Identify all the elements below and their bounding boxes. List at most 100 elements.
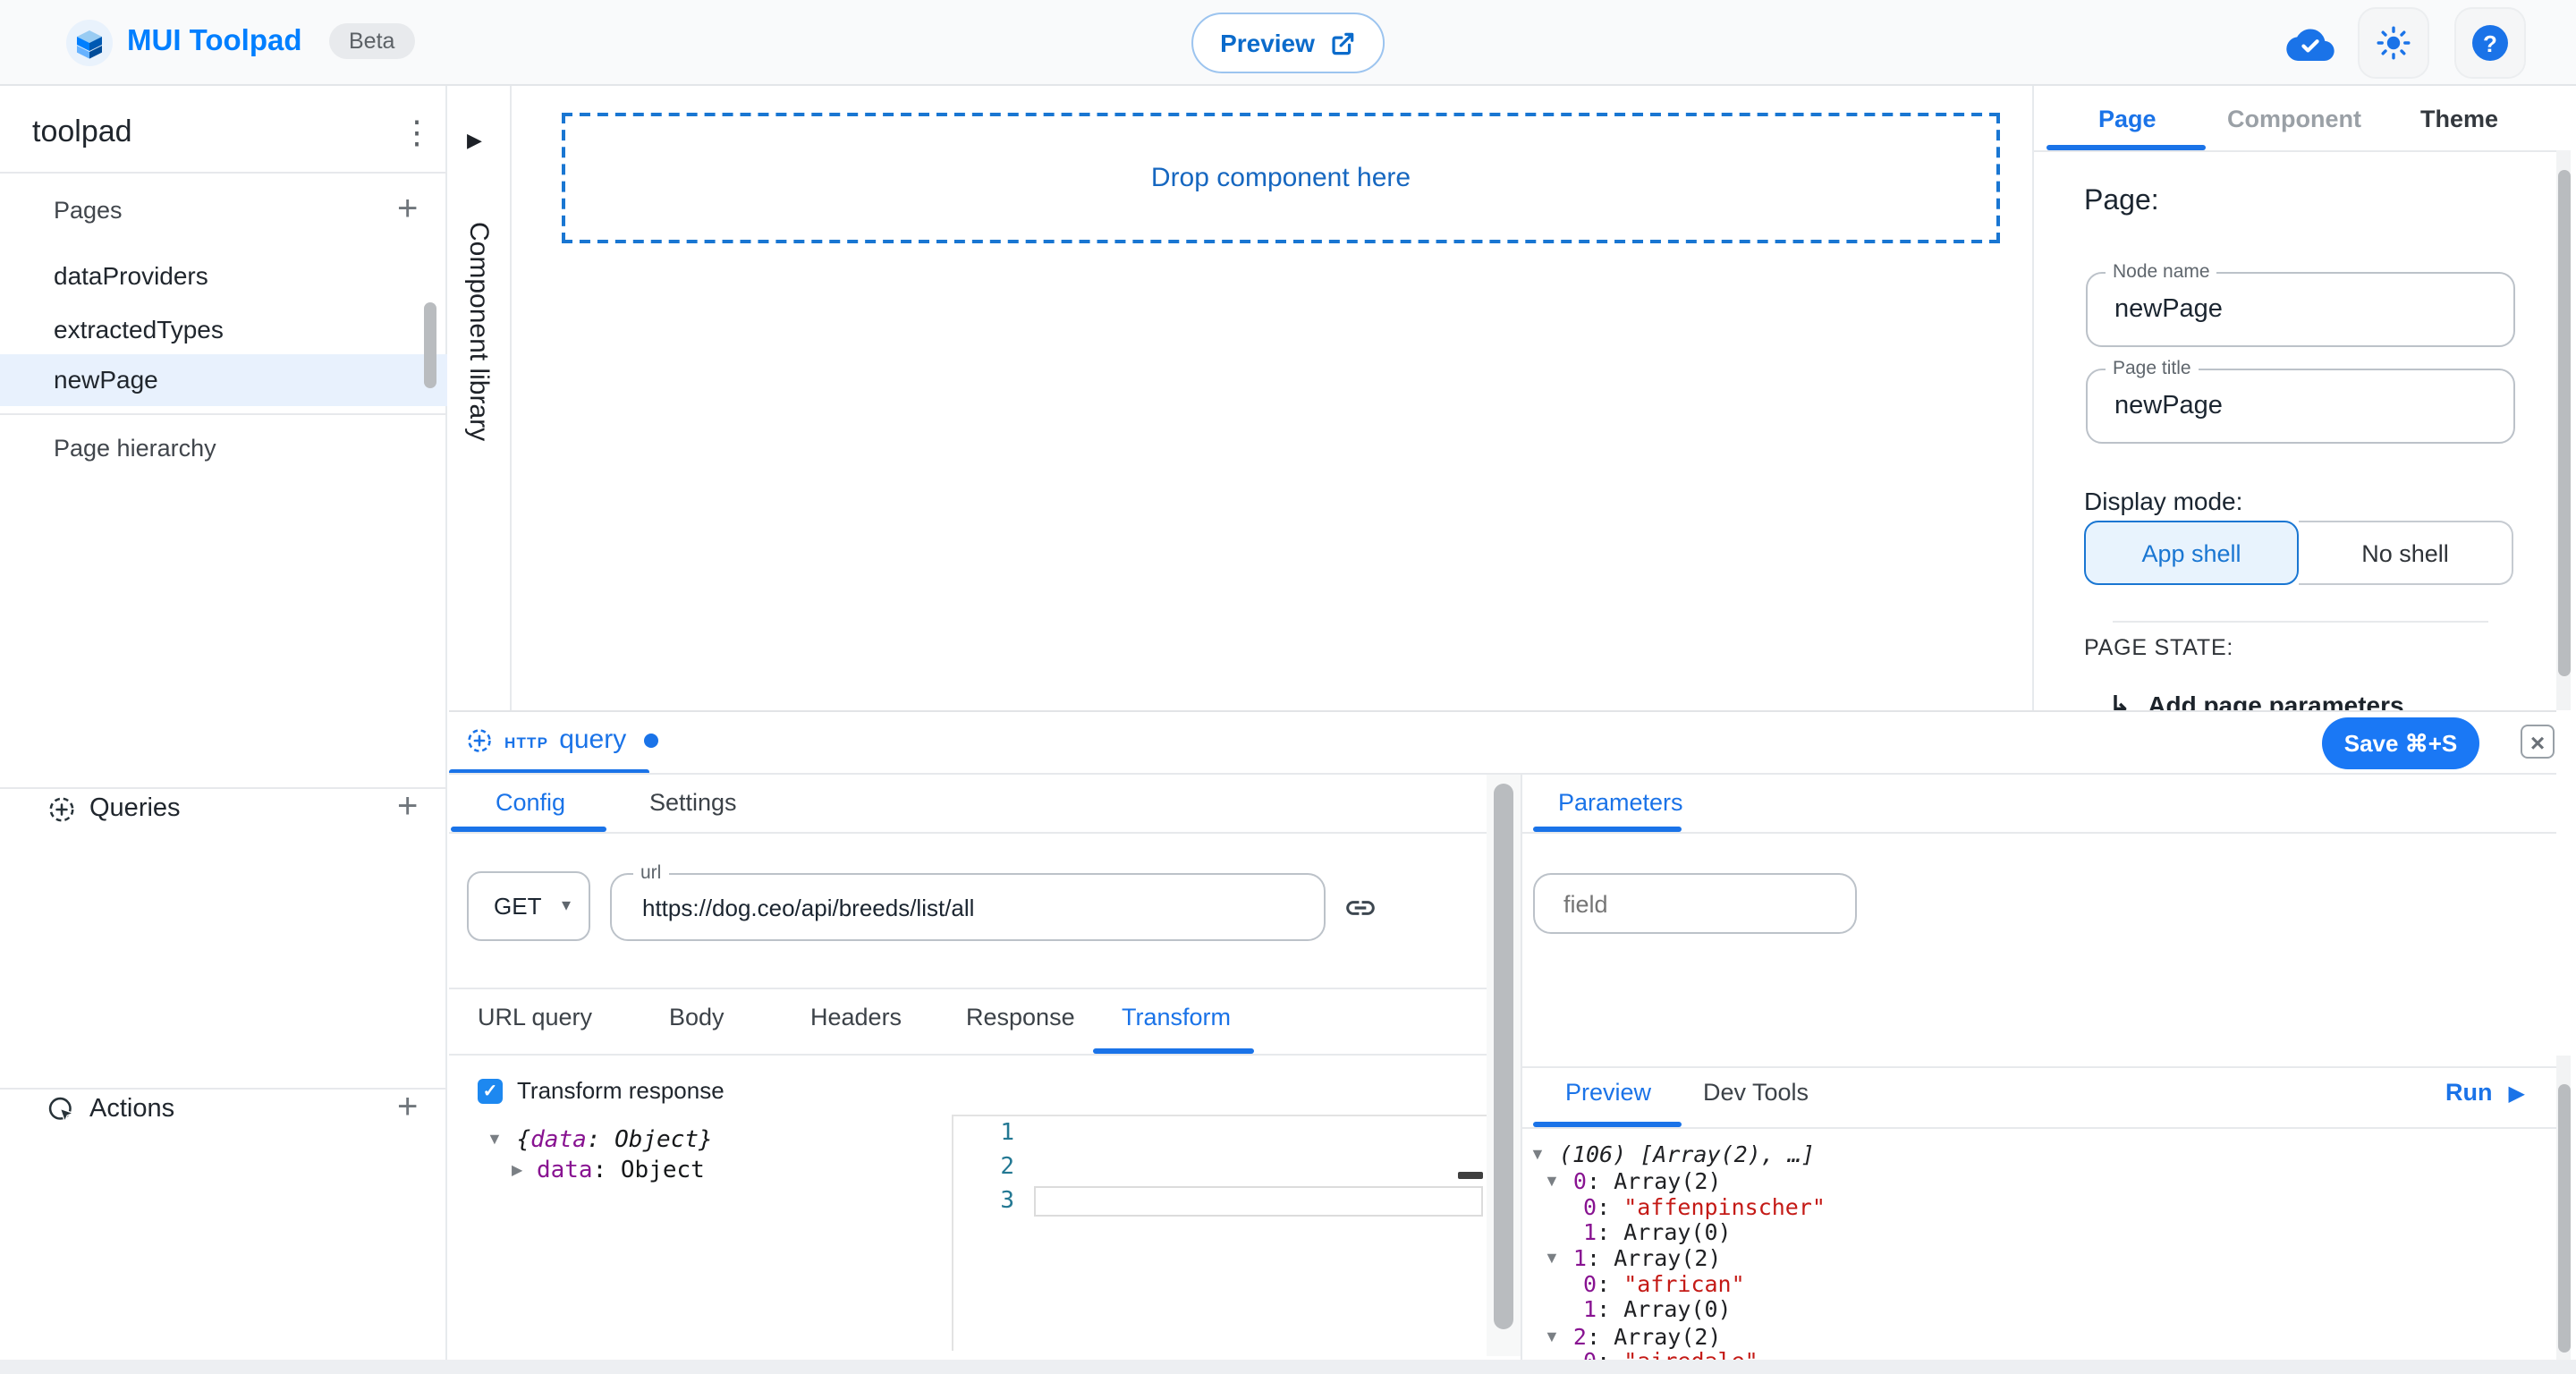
subtab-headers[interactable]: Headers [810, 1004, 902, 1030]
subtab-response[interactable]: Response [966, 1004, 1075, 1030]
drop-zone[interactable]: Drop component here [562, 113, 2000, 243]
tree-brace: { [517, 1127, 531, 1154]
tab-config[interactable]: Config [496, 789, 565, 816]
output-row[interactable]: ▼ 0: Array(2) [1522, 1168, 2524, 1195]
url-input[interactable] [612, 875, 1324, 939]
output-value: : Array(2) [1587, 1244, 1722, 1271]
project-menu-kebab-icon[interactable]: ⋮ [390, 114, 444, 152]
binding-link-icon[interactable] [1343, 891, 1377, 925]
drop-zone-label: Drop component here [1151, 163, 1411, 193]
add-action-button[interactable]: + [397, 1091, 418, 1124]
output-row[interactable]: ▼ 2: Array(2) [1522, 1323, 2524, 1350]
expanded-arrow-icon[interactable]: ▼ [1544, 1249, 1560, 1267]
sidebar-item-newpage-selected[interactable]: newPage [0, 354, 447, 406]
line-number: 3 [953, 1184, 1014, 1218]
method-select[interactable]: GET ▾ [467, 871, 590, 941]
schema-tree-child-row[interactable]: ▶ data: Object [512, 1158, 705, 1184]
component-library-strip[interactable]: ▶ Component library [449, 86, 512, 710]
pages-list-scrollbar[interactable] [424, 302, 436, 388]
expanded-arrow-icon[interactable]: ▼ [1530, 1145, 1546, 1163]
close-icon: × [2530, 729, 2545, 754]
component-library-label: Component library [463, 222, 494, 441]
page-item-label: newPage [54, 365, 158, 394]
output-row: 1: Array(0) [1522, 1298, 2524, 1324]
display-mode-toggle-group: App shell No shell [2084, 521, 2513, 585]
help-button[interactable]: ? [2454, 7, 2526, 79]
display-mode-label: Display mode: [2084, 487, 2242, 515]
query-left-scrollbar-thumb[interactable] [1494, 784, 1513, 1329]
page-state-label: PAGE STATE: [2084, 635, 2233, 660]
current-line-highlight [1034, 1186, 1483, 1217]
open-in-new-icon [1329, 30, 1356, 56]
subtab-transform[interactable]: Transform [1122, 1004, 1231, 1030]
expanded-arrow-icon[interactable]: ▼ [1544, 1327, 1560, 1344]
output-key: 2 [1573, 1322, 1587, 1349]
toolpad-logo-icon [66, 20, 113, 66]
node-name-label: Node name [2106, 263, 2217, 283]
output-value: : Array(2) [1587, 1322, 1722, 1349]
output-row: 0: "affenpinscher" [1522, 1194, 2524, 1220]
tree-root-key: data [530, 1127, 587, 1154]
add-page-button[interactable]: + [397, 193, 418, 225]
queries-section-label: Queries [89, 794, 181, 823]
page-canvas: Drop component here [513, 86, 2032, 710]
actions-section-label: Actions [89, 1095, 174, 1124]
url-field[interactable]: url [610, 873, 1326, 941]
output-row[interactable]: ▼ 1: Array(2) [1522, 1245, 2524, 1272]
result-scrollbar-thumb[interactable] [2557, 1084, 2570, 1353]
query-editor-panel: HTTP query Save ⌘+S × Config Settings GE… [449, 710, 2556, 1360]
output-value: : Array(2) [1587, 1167, 1722, 1194]
output-root: (106) [Array(2), …] [1559, 1141, 1815, 1167]
preview-button[interactable]: Preview [1191, 13, 1385, 73]
tab-dev-tools[interactable]: Dev Tools [1703, 1079, 1809, 1106]
node-name-input[interactable] [2088, 274, 2513, 345]
add-query-button[interactable]: + [397, 791, 418, 823]
display-mode-app-shell-button[interactable]: App shell [2084, 521, 2299, 585]
tab-result-preview[interactable]: Preview [1565, 1079, 1651, 1106]
save-button[interactable]: Save ⌘+S [2322, 717, 2479, 769]
schema-tree-root-row[interactable]: ▼ {data: Object} [487, 1127, 713, 1154]
query-type-icon [465, 725, 494, 754]
tab-parameters[interactable]: Parameters [1558, 789, 1683, 816]
close-panel-button[interactable]: × [2521, 725, 2555, 759]
bottom-strip [0, 1360, 2576, 1374]
subtab-url-query[interactable]: URL query [478, 1004, 592, 1030]
output-key: 0 [1583, 1192, 1597, 1219]
actions-icon [47, 1095, 77, 1125]
page-title-field[interactable]: Page title [2086, 369, 2515, 444]
query-tab[interactable]: HTTP query [465, 725, 658, 755]
tab-component[interactable]: Component [2227, 106, 2361, 132]
query-http-badge: HTTP [504, 734, 548, 751]
cloud-synced-icon [2286, 25, 2334, 66]
output-string-value: "affenpinscher" [1623, 1192, 1826, 1219]
expanded-arrow-icon[interactable]: ▼ [1544, 1172, 1560, 1190]
expand-library-chevron-icon[interactable]: ▶ [467, 129, 482, 152]
tab-theme[interactable]: Theme [2420, 106, 2498, 132]
parameter-field[interactable] [1533, 873, 1857, 934]
subtab-body[interactable]: Body [669, 1004, 724, 1030]
inspector-scrollbar-thumb[interactable] [2557, 170, 2570, 676]
url-field-label: url [633, 864, 668, 884]
help-question-icon: ? [2472, 25, 2508, 61]
parameter-field-input[interactable] [1535, 875, 1855, 932]
line-number: 1 [953, 1116, 1014, 1150]
display-mode-no-shell-button[interactable]: No shell [2299, 521, 2513, 585]
output-row[interactable]: ▼ (106) [Array(2), …] [1522, 1141, 2524, 1168]
code-gutter: 1 2 3 [953, 1116, 1014, 1218]
output-key: 0 [1583, 1348, 1597, 1360]
query-tab-label: query [559, 725, 626, 755]
node-name-field[interactable]: Node name [2086, 272, 2515, 347]
transform-response-checkbox[interactable]: ✓ [478, 1079, 503, 1104]
code-editor[interactable]: 1 2 3 returnObject.entries(data.messag [953, 1116, 1485, 1351]
theme-toggle-button[interactable] [2358, 7, 2429, 79]
page-title-input[interactable] [2088, 370, 2513, 442]
output-key: 1 [1583, 1296, 1597, 1323]
tab-settings[interactable]: Settings [649, 789, 737, 816]
checkbox-check-icon: ✓ [483, 1081, 498, 1101]
tab-page[interactable]: Page [2098, 106, 2157, 132]
output-colon: : [1597, 1348, 1623, 1360]
sidebar-item-dataproviders[interactable]: dataProviders [0, 250, 447, 302]
run-button-label: Run [2445, 1079, 2493, 1106]
run-button[interactable]: Run ▶ [2445, 1079, 2525, 1106]
sidebar-item-extractedtypes[interactable]: extractedTypes [0, 304, 447, 356]
